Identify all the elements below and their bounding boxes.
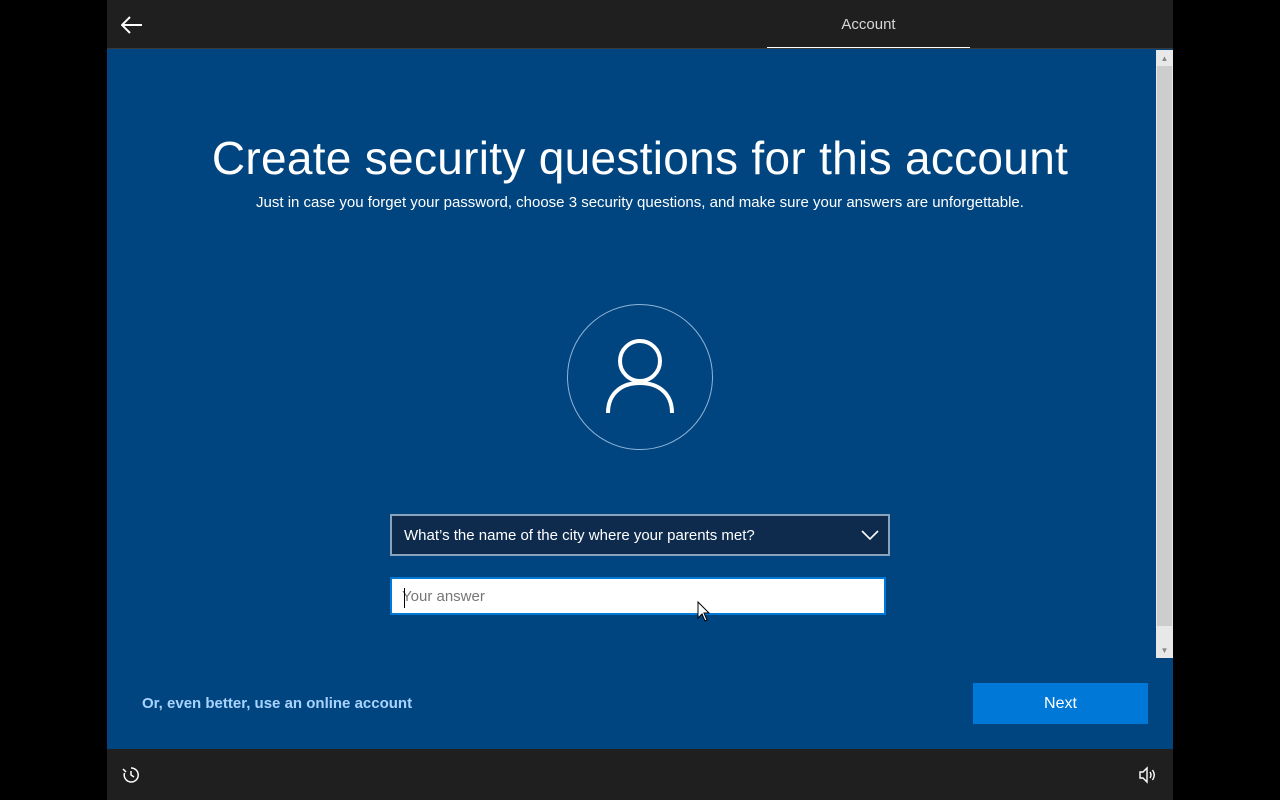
answer-field[interactable] bbox=[390, 577, 886, 615]
back-button[interactable] bbox=[117, 10, 147, 40]
user-icon bbox=[606, 339, 674, 414]
oobe-window: Account Create security questions for th… bbox=[107, 0, 1173, 800]
text-caret bbox=[404, 588, 405, 608]
scroll-down-arrow[interactable]: ▼ bbox=[1156, 642, 1173, 658]
next-button[interactable]: Next bbox=[973, 683, 1148, 724]
scroll-up-arrow[interactable]: ▲ bbox=[1156, 50, 1173, 66]
security-question-text: What’s the name of the city where your p… bbox=[404, 526, 755, 544]
page-subtitle: Just in case you forget your password, c… bbox=[256, 194, 1024, 211]
top-bar: Account bbox=[107, 0, 1173, 49]
main-content: Create security questions for this accou… bbox=[107, 49, 1173, 749]
speaker-icon[interactable] bbox=[1137, 765, 1157, 785]
tab-account: Account bbox=[841, 15, 896, 33]
online-account-link[interactable]: Or, even better, use an online account bbox=[142, 695, 412, 712]
chevron-down-icon bbox=[852, 530, 888, 540]
security-question-dropdown[interactable]: What’s the name of the city where your p… bbox=[390, 514, 890, 556]
page-title: Create security questions for this accou… bbox=[211, 132, 1069, 184]
bottom-bar bbox=[107, 749, 1173, 800]
avatar bbox=[567, 304, 713, 450]
scrollbar-thumb[interactable] bbox=[1157, 66, 1172, 626]
ease-of-access-icon[interactable] bbox=[121, 765, 141, 785]
arrow-left-icon bbox=[121, 16, 142, 34]
answer-input[interactable] bbox=[392, 579, 884, 613]
